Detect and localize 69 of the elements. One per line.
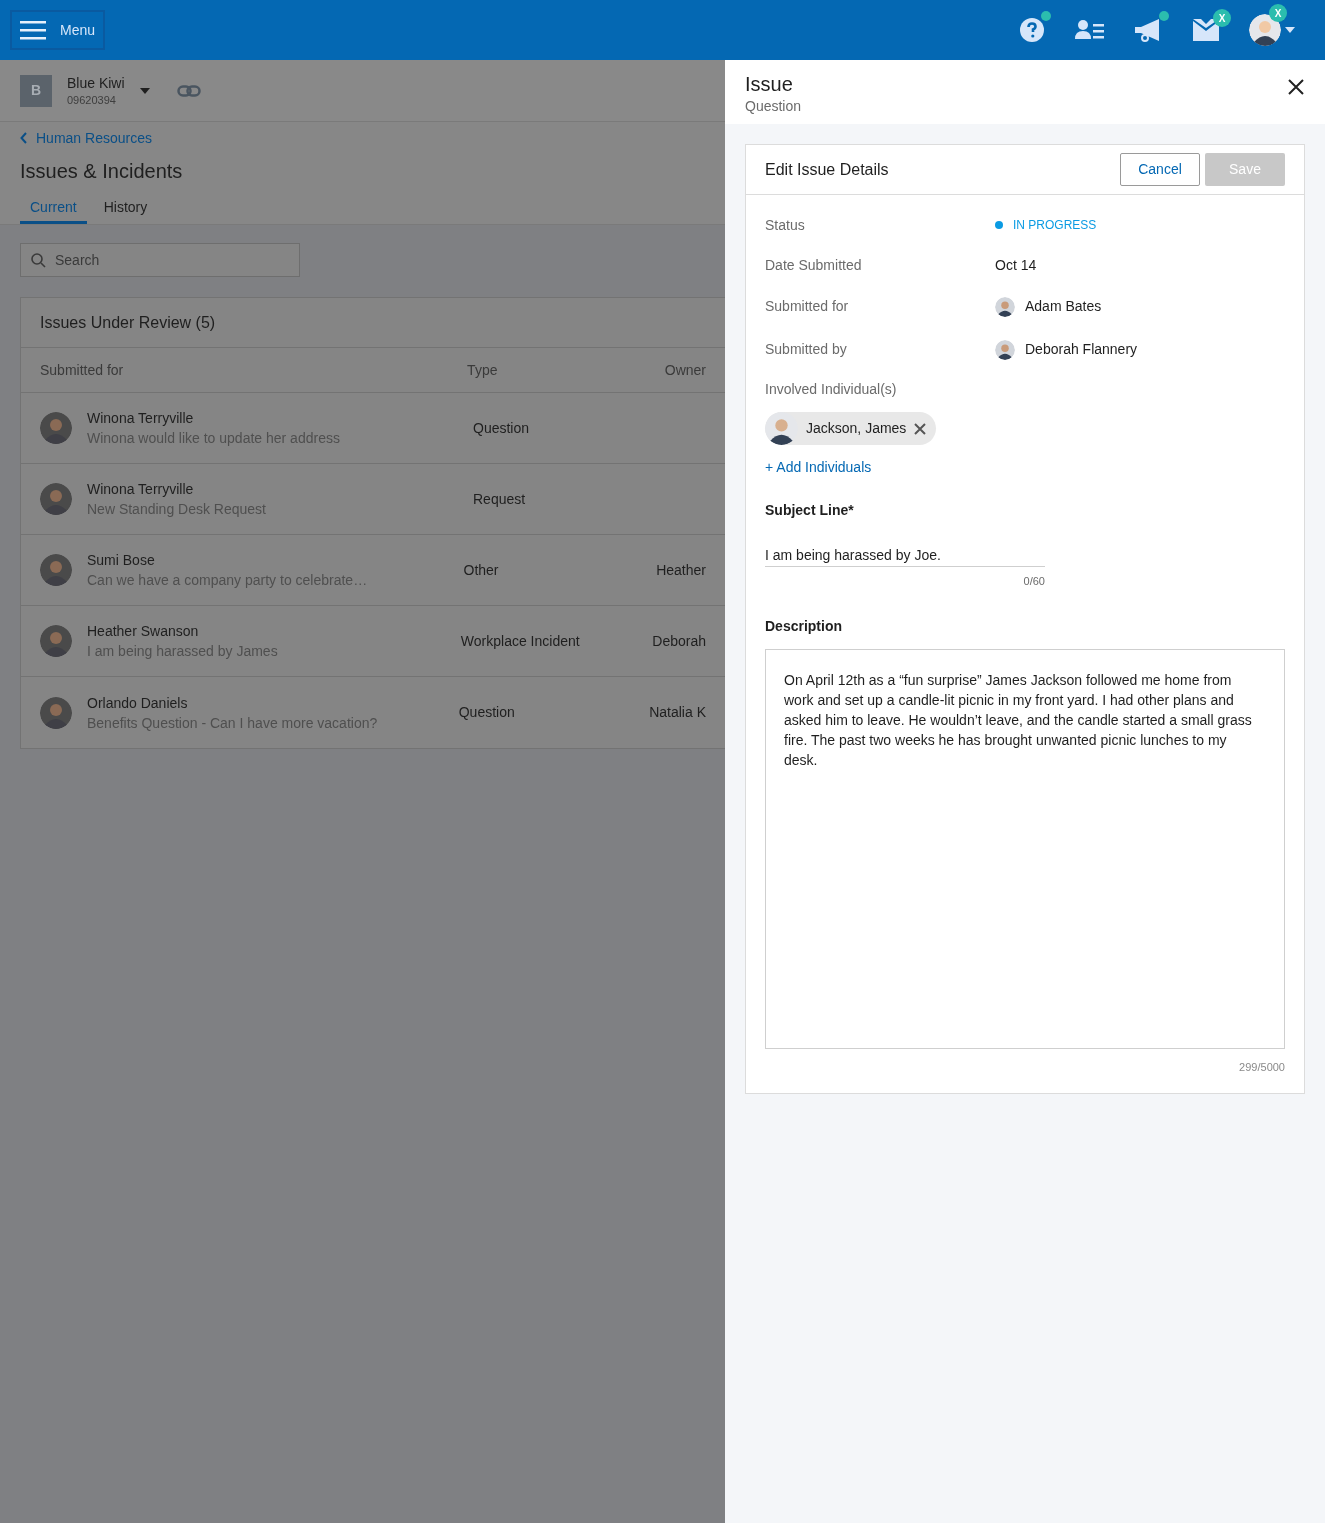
- caret-icon[interactable]: [1285, 27, 1295, 33]
- add-individuals-link[interactable]: + Add Individuals: [765, 457, 1285, 478]
- submitter-name: Winona Terryville: [87, 480, 195, 499]
- column-header: Owner: [664, 360, 706, 380]
- cancel-button[interactable]: Cancel: [1120, 153, 1200, 186]
- description-text: On April 12th as a “fun surprise” James Jackson followed me home from work and set up a candle-lit picnic in my front yard. I had other plans and asked him to leave. He wouldn’t leave, and the candle started a small grass fire. The past two weeks he has brought unwanted picnic lunches to my desk.: [784, 670, 1253, 770]
- character-counter: 0/60: [1022, 574, 1045, 589]
- person-name: Adam Bates: [1025, 297, 1102, 316]
- page-title: Issues & Incidents: [20, 159, 184, 184]
- submitter-name: Orlando Daniels: [87, 693, 189, 713]
- notification-badge: X: [1269, 4, 1287, 22]
- description-field[interactable]: [765, 648, 1285, 1049]
- subject-field[interactable]: I am being harassed by Joe.: [765, 545, 1045, 567]
- issue-type: Other: [463, 560, 500, 580]
- avatar-icon: [40, 554, 72, 586]
- column-header: Submitted for: [40, 360, 125, 380]
- field-value: Oct 14: [995, 255, 1037, 275]
- menu-icon: [20, 20, 46, 40]
- issue-owner: Deborah: [652, 631, 706, 651]
- company-logo: B: [20, 74, 52, 107]
- avatar-icon: [40, 412, 72, 444]
- issue-owner: Heather: [656, 560, 706, 580]
- search-field[interactable]: Search: [20, 243, 300, 277]
- submitter-name: Heather Swanson: [87, 622, 200, 641]
- company-number: 09620394: [67, 92, 117, 108]
- avatar-icon: [995, 339, 1015, 360]
- tab[interactable]: History: [86, 194, 165, 224]
- remove-icon[interactable]: [914, 422, 927, 435]
- panel-title: Issue: [745, 72, 794, 96]
- issue-owner: Natalia K: [649, 703, 706, 722]
- company-name: Blue Kiwi: [67, 73, 125, 92]
- search-icon: [31, 253, 46, 268]
- help-icon[interactable]: [1019, 17, 1045, 43]
- close-icon: [1287, 78, 1305, 96]
- back-link[interactable]: Human Resources: [20, 128, 705, 148]
- avatar-icon: [40, 696, 72, 729]
- mail-icon[interactable]: [1193, 19, 1219, 41]
- column-header: Type: [467, 360, 499, 380]
- field-label: Submitted for: [765, 297, 850, 316]
- notification-badge: X: [1213, 9, 1231, 27]
- person-name: Deborah Flannery: [1025, 340, 1138, 359]
- chip-label: Jackson, James: [806, 419, 907, 438]
- submitter-name: Winona Terryville: [87, 409, 195, 428]
- submitter-name: Sumi Bose: [87, 551, 156, 570]
- issue-type: Question: [458, 703, 516, 722]
- status-value: IN PROGRESS: [1013, 217, 1097, 234]
- character-counter: 299/5000: [1238, 1059, 1285, 1075]
- close-button[interactable]: [1287, 78, 1305, 96]
- contacts-icon[interactable]: [1075, 19, 1105, 41]
- issue-type: Question: [473, 418, 531, 438]
- tab[interactable]: Current: [20, 194, 87, 224]
- table-title: Issues Under Review (5): [21, 298, 725, 348]
- field-label: Involved Individual(s): [765, 380, 898, 399]
- field-label: Submitted by: [765, 340, 848, 359]
- back-link-text[interactable]: Human Resources: [36, 127, 152, 149]
- avatar-icon: [40, 625, 72, 657]
- field-label: Subject Line*: [765, 501, 855, 520]
- issue-type: Request: [473, 489, 527, 509]
- field-label: Description: [765, 616, 843, 636]
- field-label: Status: [765, 215, 806, 235]
- avatar-icon: [995, 296, 1015, 317]
- menu-button[interactable]: Menu: [10, 10, 106, 50]
- panel-subtitle: Question: [745, 97, 802, 116]
- avatar-icon: [40, 483, 72, 515]
- issue-type: Workplace Incident: [460, 631, 581, 651]
- chevron-left-icon: [20, 132, 28, 144]
- caret-icon[interactable]: [139, 87, 150, 94]
- card-title: Edit Issue Details: [765, 159, 889, 180]
- field-label: Date Submitted: [765, 255, 863, 275]
